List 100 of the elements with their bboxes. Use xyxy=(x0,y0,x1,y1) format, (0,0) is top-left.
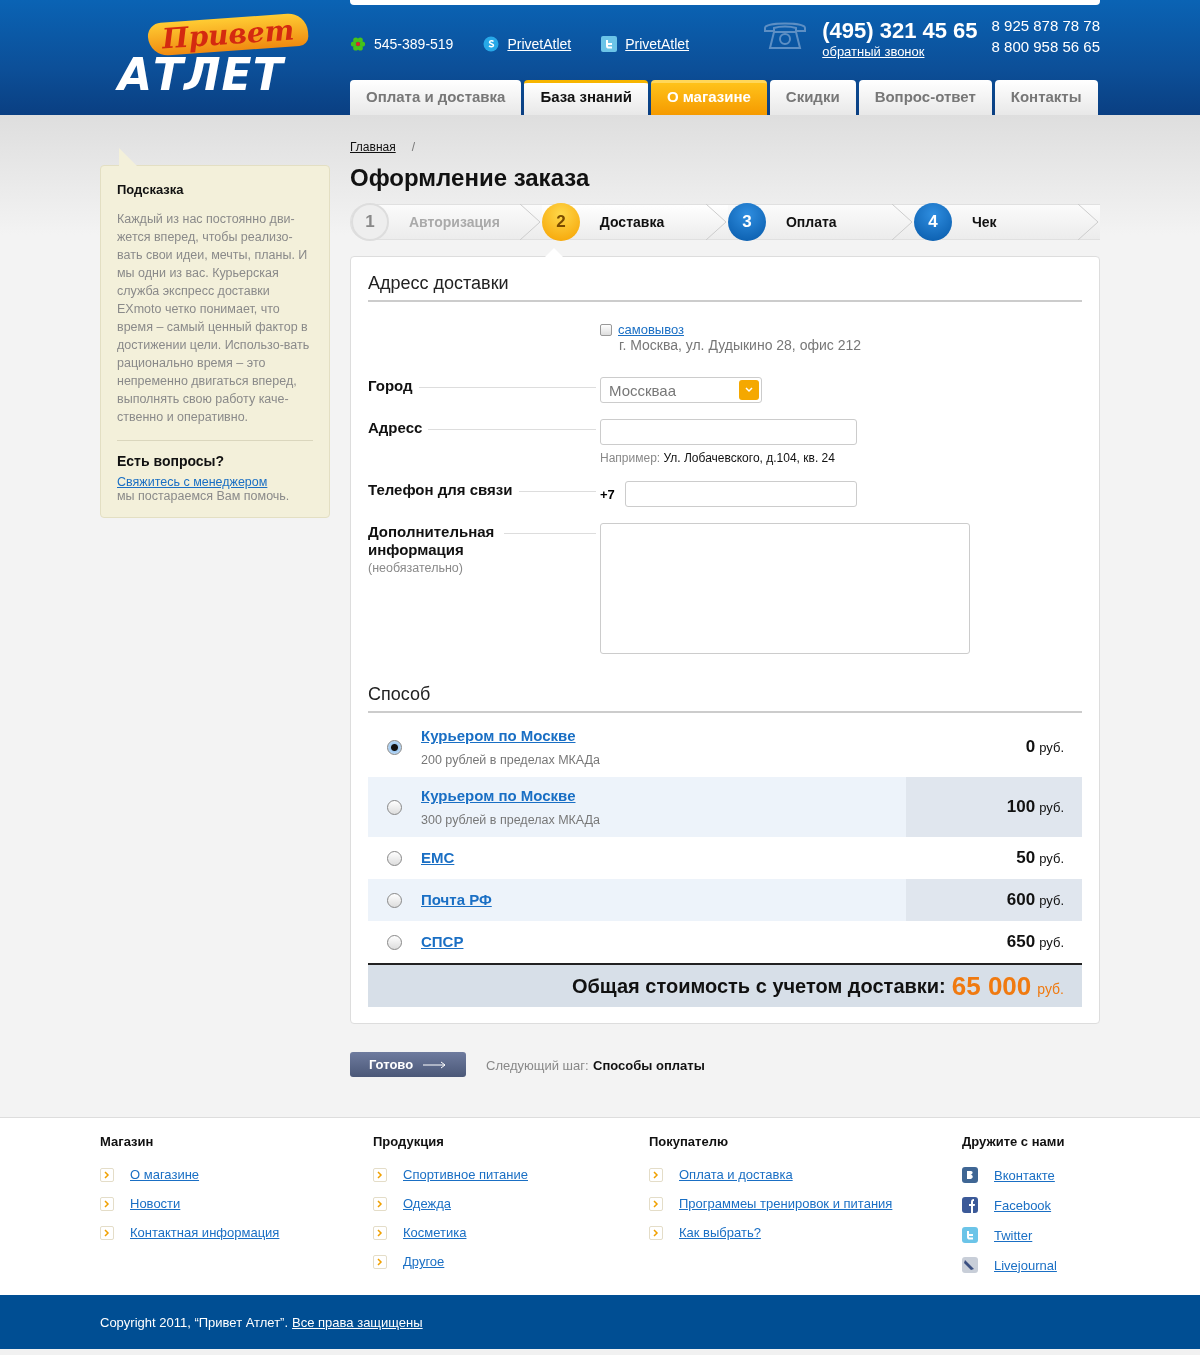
chevron-icon xyxy=(373,1254,387,1269)
chevron-icon xyxy=(649,1196,663,1211)
step-divider xyxy=(1078,204,1100,240)
footer-link[interactable]: Контактная информация xyxy=(130,1225,280,1240)
footer-heading: Дружите с нами xyxy=(962,1134,1066,1149)
chevron-icon xyxy=(373,1196,387,1211)
footer-link[interactable]: Программеы тренировок и питания xyxy=(679,1196,893,1211)
contact-number: 545-389-519 xyxy=(374,36,454,52)
contact-manager-link[interactable]: Свяжитесь с менеджером xyxy=(117,475,268,489)
footer-link[interactable]: Оплата и доставка xyxy=(679,1167,793,1182)
page-title: Оформление заказа xyxy=(350,164,591,192)
price: 650 xyxy=(1006,932,1036,952)
phone-input[interactable] xyxy=(624,481,857,507)
city-select[interactable]: Мосскваа xyxy=(600,377,762,403)
footer-link[interactable]: Одежда xyxy=(403,1196,451,1211)
step-label[interactable]: Чек xyxy=(971,214,997,230)
copyright: Copyright 2011, “Привет Атлет”. xyxy=(100,1314,289,1330)
nav-tab[interactable]: Вопрос-ответ xyxy=(858,80,992,115)
pen-icon xyxy=(962,1257,978,1273)
step-divider xyxy=(891,204,914,240)
flower-icon xyxy=(350,36,366,52)
done-button[interactable]: Готово xyxy=(350,1052,466,1077)
rights-link[interactable]: Все права защищены xyxy=(292,1314,423,1330)
questions-title: Есть вопросы? xyxy=(117,453,226,469)
footer-link[interactable]: Косметика xyxy=(403,1225,467,1240)
radio-button[interactable] xyxy=(387,934,402,950)
address-input[interactable] xyxy=(600,419,857,445)
field-label: Дополнительная информация xyxy=(368,523,496,559)
total-amount: 65 000 xyxy=(951,970,1032,1002)
step-divider xyxy=(519,204,542,240)
chevron-icon xyxy=(100,1167,114,1182)
chevron-icon xyxy=(649,1225,663,1240)
bird-icon xyxy=(962,1227,978,1243)
address-example: Например: Ул. Лобачевского, д.104, кв. 24 xyxy=(600,451,836,465)
nav-tab[interactable]: Оплата и доставка xyxy=(350,80,522,115)
comment-textarea[interactable] xyxy=(600,523,970,654)
radio-button[interactable] xyxy=(387,892,402,908)
optional-note: (необязательно) xyxy=(368,561,464,575)
field-label: Город xyxy=(368,377,413,395)
currency: руб. xyxy=(1039,799,1064,815)
footer-link[interactable]: Новости xyxy=(130,1196,181,1211)
footer-heading: Магазин xyxy=(100,1134,155,1149)
price: 50 xyxy=(1016,848,1036,868)
nav-tab[interactable]: Контакты xyxy=(994,80,1098,115)
field-label: Адресс xyxy=(368,419,423,437)
chevron-icon xyxy=(373,1167,387,1182)
footer-link[interactable]: Другое xyxy=(403,1254,445,1269)
chevron-icon xyxy=(100,1225,114,1240)
section-heading: Адресс доставки xyxy=(368,273,1082,302)
delivery-method-link[interactable]: ЕМС xyxy=(421,849,455,866)
delivery-method-link[interactable]: СПСР xyxy=(421,933,464,950)
delivery-method-link[interactable]: Почта РФ xyxy=(421,891,492,908)
step-number: 4 xyxy=(913,203,952,241)
footer-link[interactable]: Как выбрать? xyxy=(679,1225,761,1240)
chevron-icon xyxy=(100,1196,114,1211)
price: 600 xyxy=(1006,890,1036,910)
currency: руб. xyxy=(1039,739,1064,755)
breadcrumb-link[interactable]: Главная xyxy=(350,140,396,154)
footer-link[interactable]: О магазине xyxy=(130,1167,200,1182)
cloud-icon xyxy=(483,36,500,52)
footer-link[interactable]: Спортивное питание xyxy=(403,1167,528,1182)
radio-button[interactable] xyxy=(387,850,402,866)
pickup-checkbox[interactable] xyxy=(600,324,612,336)
pickup-link[interactable]: самовывоз xyxy=(618,322,684,337)
radio-button[interactable] xyxy=(387,739,402,755)
nav-tab[interactable]: Скидки xyxy=(769,80,856,115)
currency: руб. xyxy=(1039,934,1064,950)
pickup-address: г. Москва, ул. Дудыкино 28, офис 212 xyxy=(619,337,862,353)
step-number: 1 xyxy=(351,203,389,241)
footer-link[interactable]: Вконтакте xyxy=(994,1167,1055,1183)
delivery-method-link[interactable]: Курьером по Москве xyxy=(421,727,576,744)
delivery-method-link[interactable]: Курьером по Москве xyxy=(421,787,576,804)
vk-icon xyxy=(962,1167,978,1183)
logo[interactable]: Привет АТЛЕТ xyxy=(114,10,321,101)
next-step-label: Следующий шаг: xyxy=(486,1057,589,1073)
radio-button[interactable] xyxy=(387,799,402,815)
step-number: 3 xyxy=(727,203,766,241)
delivery-note: 300 рублей в пределах МКАДа xyxy=(421,813,600,827)
footer-link[interactable]: Twitter xyxy=(994,1227,1033,1243)
phone-number: (495) 321 45 65 xyxy=(822,18,978,44)
price: 0 xyxy=(1025,737,1036,757)
facebook-icon xyxy=(962,1197,978,1213)
bird-icon xyxy=(601,36,618,52)
phone-number: 8 800 958 56 65 xyxy=(991,37,1100,57)
field-label: Телефон для связи xyxy=(368,481,513,499)
next-step-value: Способы оплаты xyxy=(593,1057,705,1073)
footer-link[interactable]: Livejournal xyxy=(994,1257,1057,1273)
price: 100 xyxy=(1006,797,1036,817)
footer-link[interactable]: Facebook xyxy=(994,1197,1052,1213)
nav-tab[interactable]: База знаний xyxy=(524,80,648,115)
step-label[interactable]: Доставка xyxy=(599,214,665,230)
step-label[interactable]: Оплата xyxy=(785,214,837,230)
callback-link[interactable]: обратный звонок xyxy=(822,44,978,59)
currency: руб. xyxy=(1037,981,1064,997)
contact-link[interactable]: PrivetAtlet xyxy=(507,36,572,52)
currency: руб. xyxy=(1039,892,1064,908)
contact-link[interactable]: PrivetAtlet xyxy=(625,36,690,52)
section-heading: Способ xyxy=(368,684,1082,713)
footer-heading: Покупателю xyxy=(649,1134,730,1149)
step-divider xyxy=(705,204,728,240)
